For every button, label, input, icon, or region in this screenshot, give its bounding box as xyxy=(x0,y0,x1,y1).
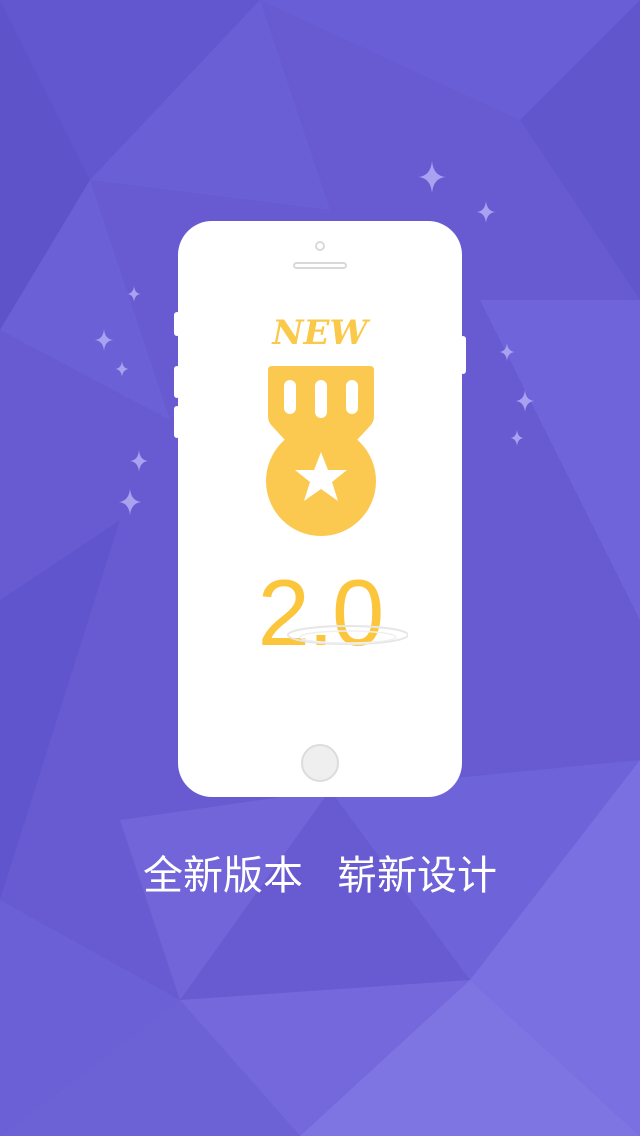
sparkle-icon xyxy=(115,361,129,377)
sparkle-icon xyxy=(510,430,524,446)
medal-icon xyxy=(266,366,376,536)
sparkle-icon xyxy=(499,343,515,361)
sparkle-icon xyxy=(119,488,141,516)
sparkle-icon xyxy=(418,161,446,193)
sparkle-icon xyxy=(476,201,496,223)
tagline: 全新版本 崭新设计 xyxy=(0,843,640,901)
phone-illustration: NEW 2.0 xyxy=(178,221,462,797)
sparkle-icon xyxy=(95,329,113,351)
sparkle-icon xyxy=(130,450,148,472)
phone-home-button xyxy=(301,744,339,782)
phone-camera xyxy=(315,241,325,251)
version-reflection xyxy=(287,625,408,645)
sparkle-icon xyxy=(127,286,141,302)
new-badge-text: NEW xyxy=(272,313,368,353)
phone-speaker xyxy=(293,262,347,269)
tagline-new-design: 崭新设计 xyxy=(337,853,497,899)
sparkle-icon xyxy=(515,390,535,412)
tagline-new-version: 全新版本 xyxy=(143,853,303,899)
